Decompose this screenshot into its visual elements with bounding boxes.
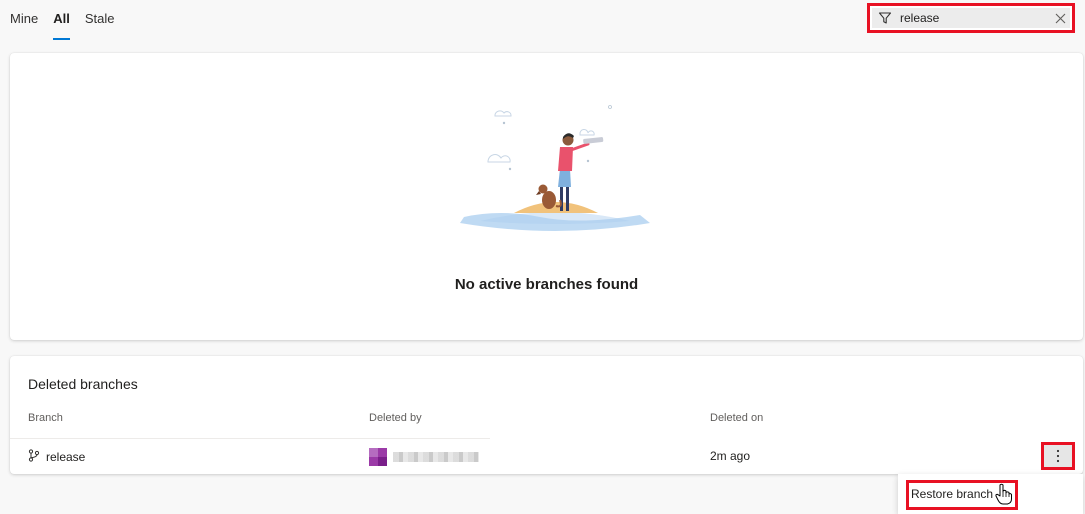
deleted-branches-title: Deleted branches bbox=[28, 376, 138, 392]
branch-cell: release bbox=[28, 449, 85, 465]
deleted-by-cell bbox=[369, 448, 479, 466]
filter-icon bbox=[878, 11, 892, 25]
active-branches-card: No active branches found bbox=[10, 53, 1083, 340]
tab-mine[interactable]: Mine bbox=[10, 0, 38, 40]
branch-tabs: Mine All Stale bbox=[10, 0, 114, 40]
column-header-branch[interactable]: Branch bbox=[28, 412, 63, 424]
blurred-user-name bbox=[393, 452, 479, 462]
column-header-deleted-by[interactable]: Deleted by bbox=[369, 412, 422, 424]
avatar bbox=[369, 448, 387, 466]
branch-name[interactable]: release bbox=[46, 450, 85, 464]
tab-all[interactable]: All bbox=[53, 0, 70, 40]
branch-icon bbox=[28, 449, 40, 465]
filter-field bbox=[872, 8, 1070, 28]
branch-filter bbox=[867, 3, 1075, 33]
branch-context-menu: Restore branch bbox=[898, 474, 1083, 514]
more-vertical-icon bbox=[1056, 449, 1060, 463]
empty-state-message: No active branches found bbox=[454, 276, 639, 293]
empty-state-illustration bbox=[460, 105, 650, 231]
more-actions-button[interactable] bbox=[1041, 442, 1075, 470]
restore-branch-menu-item[interactable]: Restore branch bbox=[906, 480, 1018, 510]
column-header-deleted-on[interactable]: Deleted on bbox=[710, 412, 763, 424]
deleted-on-cell: 2m ago bbox=[710, 449, 751, 463]
filter-input[interactable] bbox=[900, 11, 1055, 25]
table-row[interactable]: release 2m ago bbox=[10, 439, 1083, 474]
close-icon[interactable] bbox=[1055, 12, 1066, 24]
tab-stale[interactable]: Stale bbox=[85, 0, 115, 40]
deleted-branches-card: Deleted branches Branch Deleted by Delet… bbox=[10, 356, 1083, 474]
